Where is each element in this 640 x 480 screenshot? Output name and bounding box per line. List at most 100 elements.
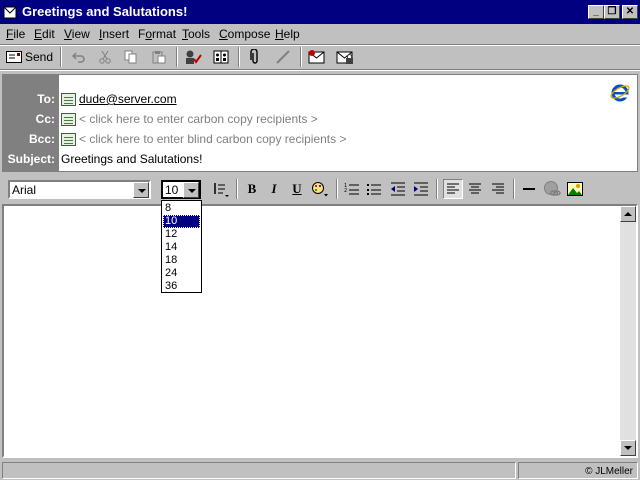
to-label: To: [37,92,55,106]
font-size-select[interactable]: 10 [161,180,201,199]
menu-format[interactable]: Format [138,27,176,41]
italic-button[interactable]: I [264,179,284,199]
copy-button[interactable] [120,47,142,67]
bcc-field[interactable]: < click here to enter blind carbon copy … [79,132,346,146]
increase-indent-icon [414,182,428,196]
increase-indent-button[interactable] [411,179,431,199]
encrypt-message-icon [336,51,353,64]
cc-address-icon[interactable] [61,113,76,126]
toolbar-separator [300,47,302,67]
format-separator [513,179,515,199]
insert-picture-icon [567,182,583,196]
decrease-indent-icon [391,182,405,196]
attach-icon [250,49,258,64]
menu-bar: File Edit View Insert Format Tools Compo… [0,24,640,44]
copy-icon [124,50,137,64]
scroll-up-button[interactable] [620,206,636,222]
chevron-up-icon [624,212,632,216]
chevron-down-icon [624,446,632,450]
close-button[interactable]: ✕ [622,5,638,19]
numbered-list-button[interactable]: 12 [342,179,362,199]
chevron-down-icon[interactable] [183,182,199,198]
close-icon: ✕ [625,6,635,17]
ie-logo-icon [610,84,630,102]
subject-field[interactable]: Greetings and Salutations! [61,152,202,166]
restore-button[interactable]: ❐ [604,5,620,19]
check-names-icon [186,50,202,64]
signature-icon [276,50,291,65]
style-button[interactable] [211,179,231,199]
menu-view[interactable]: View [64,27,90,41]
align-left-button[interactable] [443,179,463,199]
cut-button[interactable] [94,47,116,67]
credit-text: © JLMeller [585,466,633,477]
signature-button[interactable] [272,47,294,67]
minimize-icon: _ [593,6,599,17]
menu-help[interactable]: Help [275,27,300,41]
numbered-list-icon: 12 [344,183,359,195]
bold-button[interactable]: B [242,179,262,199]
hyperlink-button[interactable] [542,179,562,199]
encrypt-message-button[interactable] [334,47,356,67]
align-right-button[interactable] [488,179,508,199]
format-separator [236,179,238,199]
bcc-address-icon[interactable] [61,133,76,146]
font-size-option[interactable]: 14 [163,241,200,254]
vertical-scrollbar[interactable] [620,206,636,456]
font-size-option-selected[interactable]: 10 [163,215,200,228]
align-center-button[interactable] [465,179,485,199]
toolbar-separator [60,47,62,67]
status-panel-right: © JLMeller [518,462,638,479]
decrease-indent-button[interactable] [388,179,408,199]
font-size-option[interactable]: 12 [163,228,200,241]
menu-edit[interactable]: Edit [34,27,55,41]
undo-button[interactable] [68,47,90,67]
font-size-option[interactable]: 8 [163,202,200,215]
sign-message-icon [308,50,325,64]
font-color-button[interactable] [310,179,330,199]
horizontal-line-button[interactable] [519,179,539,199]
check-names-button[interactable] [182,47,204,67]
bullet-list-icon [367,184,381,195]
underline-button[interactable]: U [287,179,307,199]
minimize-button[interactable]: _ [588,5,604,19]
to-address-icon[interactable] [61,93,76,106]
format-separator [336,179,338,199]
restore-icon: ❐ [607,6,617,17]
toolbar-bottom-separator [0,69,640,71]
svg-text:2: 2 [344,188,347,194]
menu-separator [0,44,640,46]
send-button[interactable]: Send [4,47,56,67]
attach-button[interactable] [244,47,266,67]
font-size-value: 10 [165,183,179,197]
font-name-select[interactable]: Arial [8,180,151,199]
title-bar[interactable]: Greetings and Salutations! _ ❐ ✕ [0,0,640,24]
message-body-editor[interactable] [2,204,638,458]
header-labels: To: Cc: Bcc: Subject: [3,75,59,171]
paste-button[interactable] [148,47,170,67]
align-right-icon [492,183,504,194]
font-size-option[interactable]: 36 [163,280,200,293]
font-size-option[interactable]: 24 [163,267,200,280]
insert-picture-button[interactable] [565,179,585,199]
chevron-down-icon[interactable] [133,182,149,198]
menu-tools[interactable]: Tools [182,27,210,41]
menu-file[interactable]: File [6,27,25,41]
bullet-list-button[interactable] [364,179,384,199]
menu-insert[interactable]: Insert [99,27,129,41]
font-size-option[interactable]: 18 [163,254,200,267]
send-label: Send [25,50,54,64]
font-size-dropdown[interactable]: 8 10 12 14 18 24 36 [161,200,202,293]
to-field[interactable]: dude@server.com [79,92,177,106]
scroll-down-button[interactable] [620,440,636,456]
status-bar: © JLMeller [0,460,640,480]
menu-compose[interactable]: Compose [219,27,270,41]
cut-icon [99,50,111,64]
toolbar-separator [238,47,240,67]
horizontal-line-icon [523,188,535,190]
address-book-button[interactable] [210,47,232,67]
cc-field[interactable]: < click here to enter carbon copy recipi… [79,112,318,126]
undo-icon [72,52,85,63]
style-icon [214,183,229,197]
sign-message-button[interactable] [306,47,328,67]
